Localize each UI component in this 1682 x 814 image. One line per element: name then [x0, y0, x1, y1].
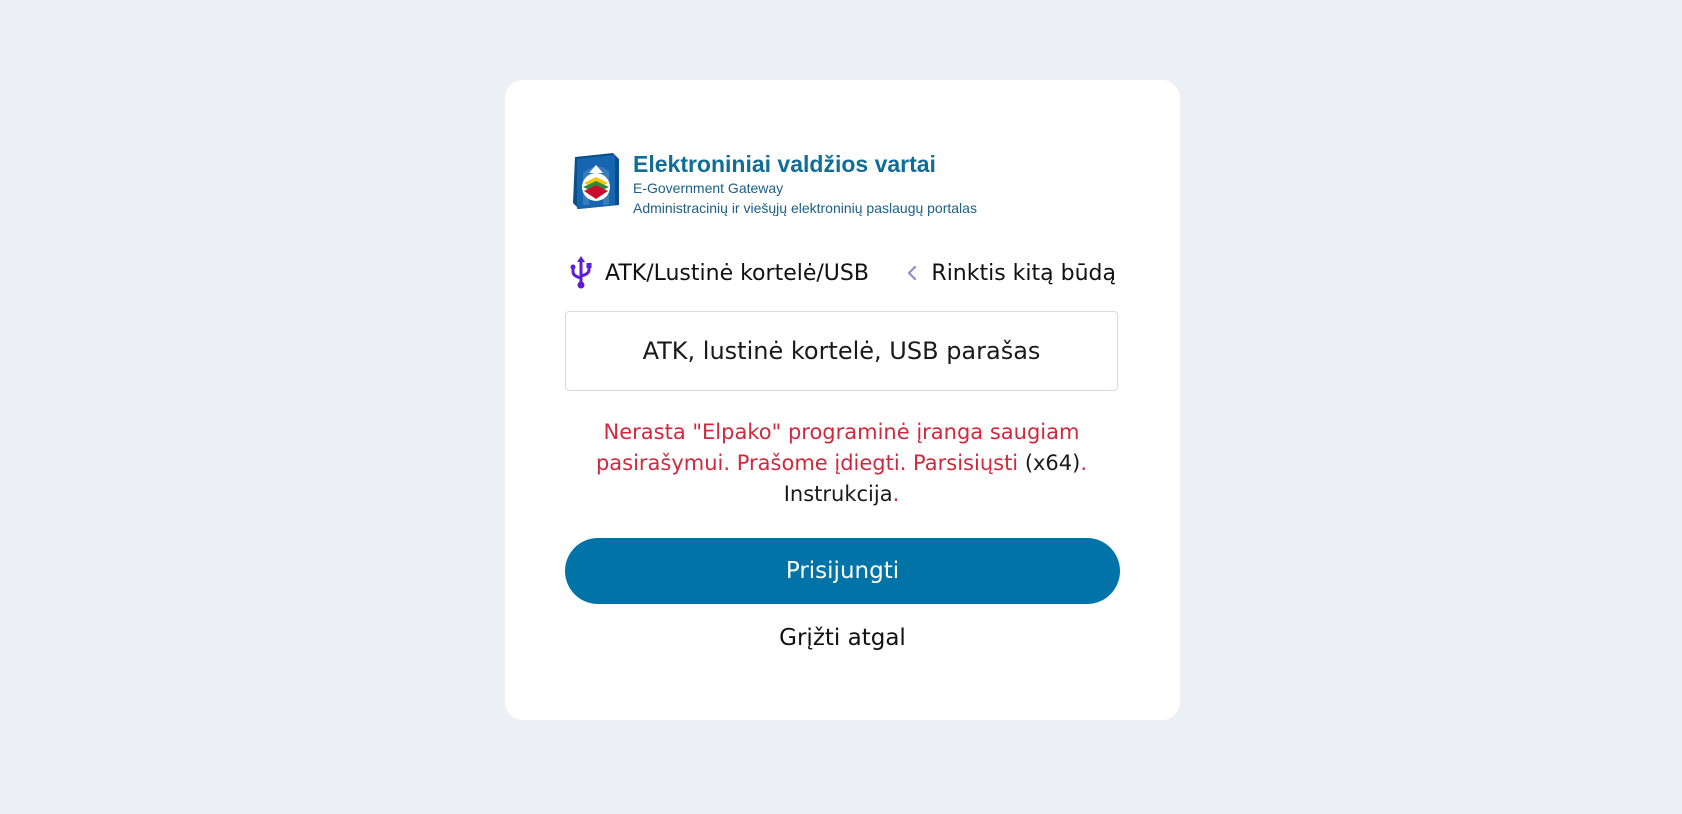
error-dot-1: .	[1080, 451, 1088, 475]
brand-header: Elektroniniai valdžios vartai E-Governme…	[569, 150, 977, 218]
login-card: Elektroniniai valdžios vartai E-Governme…	[505, 80, 1180, 720]
brand-subtitle-english: E-Government Gateway	[633, 180, 784, 196]
chevron-left-icon	[908, 265, 917, 281]
download-arch-label: (x64)	[1018, 451, 1081, 475]
signature-option-label: ATK, lustinė kortelė, USB parašas	[642, 337, 1041, 365]
brand-title: Elektroniniai valdžios vartai	[633, 151, 936, 177]
brand-subtitle-portal: Administracinių ir viešųjų elektroninių …	[633, 200, 977, 216]
login-button[interactable]: Prisijungti	[565, 538, 1120, 604]
software-missing-error: Nerasta "Elpako" programinė įranga saugi…	[565, 417, 1118, 510]
auth-method-row: ATK/Lustinė kortelė/USB Rinktis kitą būd…	[569, 253, 1116, 293]
instructions-link[interactable]: Instrukcija	[784, 482, 893, 506]
choose-other-method-button[interactable]: Rinktis kitą būdą	[907, 261, 1116, 286]
epaslaugos-logo-icon	[573, 153, 619, 209]
error-dot-2: .	[892, 482, 900, 506]
download-link[interactable]: Parsisiųsti	[913, 451, 1018, 475]
current-auth-method-label: ATK/Lustinė kortelė/USB	[605, 260, 869, 286]
current-auth-method: ATK/Lustinė kortelė/USB	[569, 256, 869, 290]
usb-icon	[570, 256, 592, 289]
signature-option-box[interactable]: ATK, lustinė kortelė, USB parašas	[565, 311, 1118, 391]
choose-other-method-label: Rinktis kitą būdą	[931, 260, 1116, 286]
go-back-link[interactable]: Grįžti atgal	[565, 625, 1120, 651]
